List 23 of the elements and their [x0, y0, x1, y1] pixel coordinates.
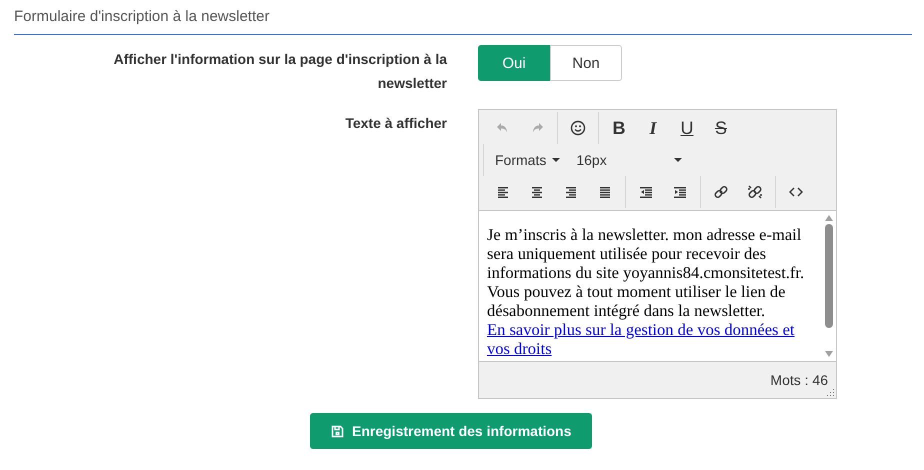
- word-count: Mots : 46: [770, 372, 828, 388]
- toggle-option[interactable]: Oui: [478, 45, 550, 81]
- privacy-link[interactable]: En savoir plus sur la gestion de vos données et vos droits: [487, 320, 816, 358]
- outdent-icon: [638, 184, 654, 200]
- emoji-icon: [570, 120, 586, 136]
- unlink-icon: [747, 184, 763, 200]
- section-title: Formulaire d'inscription à la newsletter: [14, 8, 270, 25]
- caret-icon: [552, 158, 560, 162]
- justify-icon: [597, 184, 613, 200]
- scroll-up-icon[interactable]: [825, 215, 833, 221]
- field-label: Texte à afficher: [344, 114, 447, 133]
- link-icon: [713, 184, 729, 200]
- scrollbar-thumb[interactable]: [825, 224, 833, 328]
- scroll-down-icon[interactable]: [825, 351, 833, 357]
- caret-icon: [674, 158, 682, 162]
- save-button[interactable]: Enregistrement des informations: [310, 413, 592, 449]
- toggle-option[interactable]: Non: [550, 45, 622, 81]
- field-label: Afficher l'information sur la page d'inscription à la newsletter: [112, 50, 447, 93]
- editor-text: Je m’inscris à la newsletter. mon adresse e-mail sera uniquement utilisée pour recevoir des informations du site yoyannis84.cmonsitetest.fr. Vous pouvez à tout moment utiliser le lien de désabonnement intégré dans la newsletter. En savoir plus sur la gestion de vos données et vos droits: [479, 211, 822, 361]
- align-left-icon: [495, 184, 511, 200]
- indent-icon: [672, 184, 688, 200]
- align-right-icon: [563, 184, 579, 200]
- align-center-icon: [529, 184, 545, 200]
